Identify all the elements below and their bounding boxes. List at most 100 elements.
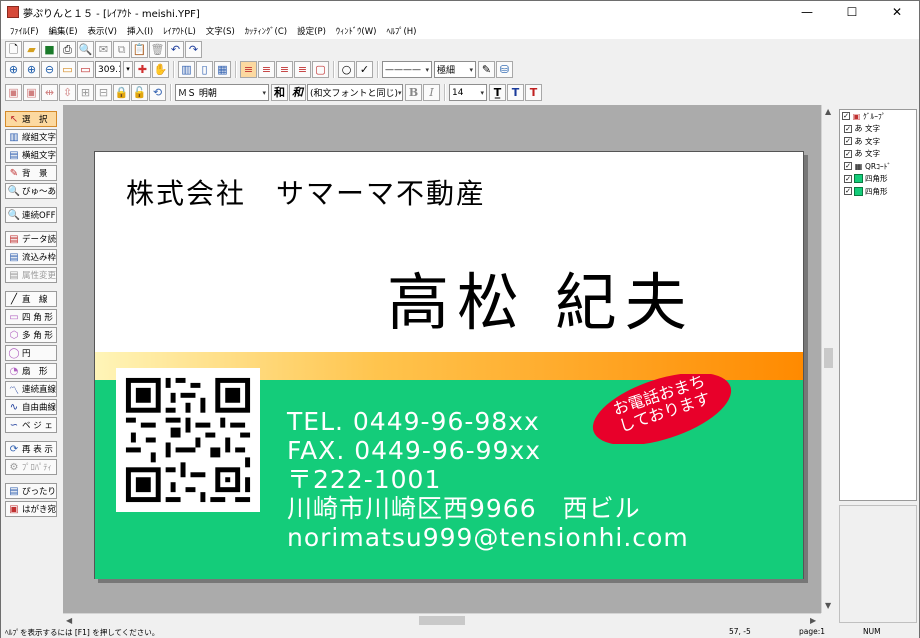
rotate-icon[interactable]: ⟲	[149, 84, 166, 101]
lifebuoy-icon[interactable]: ✚	[134, 61, 151, 78]
italic-button[interactable]: I	[423, 84, 440, 101]
person-name-text[interactable]: 高松 紀夫	[387, 252, 695, 342]
wa-bold-button[interactable]: 和	[271, 84, 288, 101]
checkbox[interactable]: ✓	[844, 174, 852, 183]
horizontal-scrollbar[interactable]: ◀ ▶	[63, 613, 821, 627]
tool-fit-frame[interactable]: ▤ぴったり枠	[5, 483, 57, 499]
undo-icon[interactable]: ↶	[167, 41, 184, 58]
object-item-group[interactable]: ✓ ▣ ｸﾞﾙｰﾌﾟ	[840, 110, 916, 123]
tool-data-load[interactable]: ▤データ読込	[5, 231, 57, 247]
fill-color-icon[interactable]: ⛁	[496, 61, 513, 78]
zoom-fit-icon[interactable]: ⊕	[5, 61, 22, 78]
zoom-dropdown-arrow-icon[interactable]: ▾	[123, 61, 133, 78]
tool-vertical-text[interactable]: ▥ 縦組文字	[5, 129, 57, 145]
checkbox[interactable]: ✓	[844, 162, 852, 171]
scroll-right-icon[interactable]: ▶	[810, 616, 816, 625]
menu-view[interactable]: 表示(V)	[83, 25, 122, 37]
contact-email[interactable]: norimatsu999@tensionhi.com	[287, 523, 689, 552]
speech-bubble[interactable]: お電話おまち しております	[587, 371, 737, 444]
pen-color-icon[interactable]: ✎	[478, 61, 495, 78]
group-icon[interactable]: ⊞	[77, 84, 94, 101]
print-icon[interactable]: ⎙	[59, 41, 76, 58]
tool-bezier[interactable]: ∽ ベ ジ ェ	[5, 417, 57, 433]
object-item-text[interactable]: ✓ あ文字	[840, 123, 916, 136]
unlock-icon[interactable]: 🔓	[131, 84, 148, 101]
tool-redraw[interactable]: ⟳ 再 表 示	[5, 441, 57, 457]
tool-fan[interactable]: ◔ 扇 形	[5, 363, 57, 379]
font-size-select[interactable]: 14 ▾	[449, 84, 487, 101]
align-right-icon[interactable]: ≡	[276, 61, 293, 78]
checkbox[interactable]: ✓	[844, 149, 852, 158]
scroll-left-icon[interactable]: ◀	[66, 616, 72, 625]
tool-background[interactable]: ✎ 背 景	[5, 165, 57, 181]
scroll-down-icon[interactable]: ▼	[825, 601, 831, 610]
tool-select[interactable]: ↖ 選 択	[5, 111, 57, 127]
menu-cutting[interactable]: ｶｯﾃｨﾝｸﾞ(C)	[240, 25, 292, 37]
bold-button[interactable]: B	[405, 84, 422, 101]
zoom-in-icon[interactable]: ⊕	[23, 61, 40, 78]
contact-postal[interactable]: 〒222-1001	[287, 465, 689, 494]
object-item-rectangle[interactable]: ✓ 四角形	[840, 173, 916, 186]
menu-insert[interactable]: 挿入(I)	[122, 25, 158, 37]
contact-address[interactable]: 川崎市川崎区西9966 西ビル	[287, 494, 689, 523]
object-item-qr[interactable]: ✓ ▦ QRｺｰﾄﾞ	[840, 160, 916, 173]
checkbox[interactable]: ✓	[842, 112, 850, 121]
checkbox[interactable]: ✓	[844, 187, 852, 196]
company-name-text[interactable]: 株式会社 サマーマ不動産	[126, 172, 486, 212]
stripes-icon[interactable]: ▦	[214, 61, 231, 78]
align-center-icon[interactable]: ≡	[258, 61, 275, 78]
horizontal-scroll-thumb[interactable]	[419, 616, 465, 625]
tool-continuous[interactable]: 🔍 連続OFF	[5, 207, 57, 223]
tool-viewer[interactable]: 🔍 びゅ～あ	[5, 183, 57, 199]
menu-settings[interactable]: 設定(P)	[292, 25, 331, 37]
tool-flow-frame[interactable]: ▤ 流込み枠	[5, 249, 57, 265]
arrange-back-icon[interactable]: ▣	[23, 84, 40, 101]
tool-attribute[interactable]: ▤ 属性変更	[5, 267, 57, 283]
tool-polyline[interactable]: 〽連続直線	[5, 381, 57, 397]
font-name-select[interactable]: ＭＳ 明朝 ▾	[175, 84, 269, 101]
page-icon[interactable]: ▯	[196, 61, 213, 78]
open-folder-icon[interactable]: ▰	[23, 41, 40, 58]
tool-circle[interactable]: ◯ 円	[5, 345, 57, 361]
maximize-button[interactable]: ☐	[830, 1, 874, 23]
tool-line[interactable]: ╱ 直 線	[5, 291, 57, 307]
lock-icon[interactable]: 🔒	[113, 84, 130, 101]
redo-icon[interactable]: ↷	[185, 41, 202, 58]
new-file-icon[interactable]: 🗋	[5, 41, 22, 58]
align-left-icon[interactable]: ≡	[240, 61, 257, 78]
layout-canvas[interactable]: 株式会社 サマーマ不動産 高松 紀夫 TEL. 0449-96-98xx FAX…	[63, 105, 835, 613]
save-icon[interactable]: ■	[41, 41, 58, 58]
menu-edit[interactable]: 編集(E)	[44, 25, 83, 37]
vertical-scrollbar[interactable]: ▲ ▼	[821, 105, 835, 613]
align-justify-icon[interactable]: ≡	[294, 61, 311, 78]
hand-pan-icon[interactable]: ✋	[152, 61, 169, 78]
print-preview-icon[interactable]: 🔍	[77, 41, 94, 58]
red-t-icon[interactable]: T	[525, 84, 542, 101]
columns-icon[interactable]: ▥	[178, 61, 195, 78]
distribute-h-icon[interactable]: ⇹	[41, 84, 58, 101]
vertical-scroll-thumb[interactable]	[824, 348, 833, 368]
zoom-input[interactable]: 309.1	[95, 61, 121, 78]
tool-postcard[interactable]: ▣はがき宛名	[5, 501, 57, 517]
object-item-rectangle[interactable]: ✓ 四角形	[840, 185, 916, 198]
object-item-text[interactable]: ✓ あ文字	[840, 148, 916, 161]
ungroup-icon[interactable]: ⊟	[95, 84, 112, 101]
checkbox[interactable]: ✓	[844, 124, 852, 133]
zoom-width-icon[interactable]: ▭	[77, 61, 94, 78]
frame-t-icon[interactable]: T	[507, 84, 524, 101]
arrange-front-icon[interactable]: ▣	[5, 84, 22, 101]
line-width-select[interactable]: 極細 ▾	[434, 61, 476, 78]
close-button[interactable]: ✕	[875, 1, 919, 23]
underline-t-icon[interactable]: T̲	[489, 84, 506, 101]
minimize-button[interactable]: —	[785, 1, 829, 23]
tool-freecurve[interactable]: ∿ 自由曲線	[5, 399, 57, 415]
menu-text[interactable]: 文字(S)	[201, 25, 240, 37]
text-frame-icon[interactable]: ▢	[312, 61, 329, 78]
font-sub-select[interactable]: (和文フォントと同じ) ▾	[307, 84, 403, 101]
line-style-select[interactable]: ———— ▾	[382, 61, 432, 78]
copy-icon[interactable]: ⧉	[113, 41, 130, 58]
mail-icon[interactable]: ✉	[95, 41, 112, 58]
zoom-page-icon[interactable]: ▭	[59, 61, 76, 78]
menu-help[interactable]: ﾍﾙﾌﾟ(H)	[381, 25, 421, 37]
menu-window[interactable]: ｳｨﾝﾄﾞｳ(W)	[331, 25, 382, 37]
